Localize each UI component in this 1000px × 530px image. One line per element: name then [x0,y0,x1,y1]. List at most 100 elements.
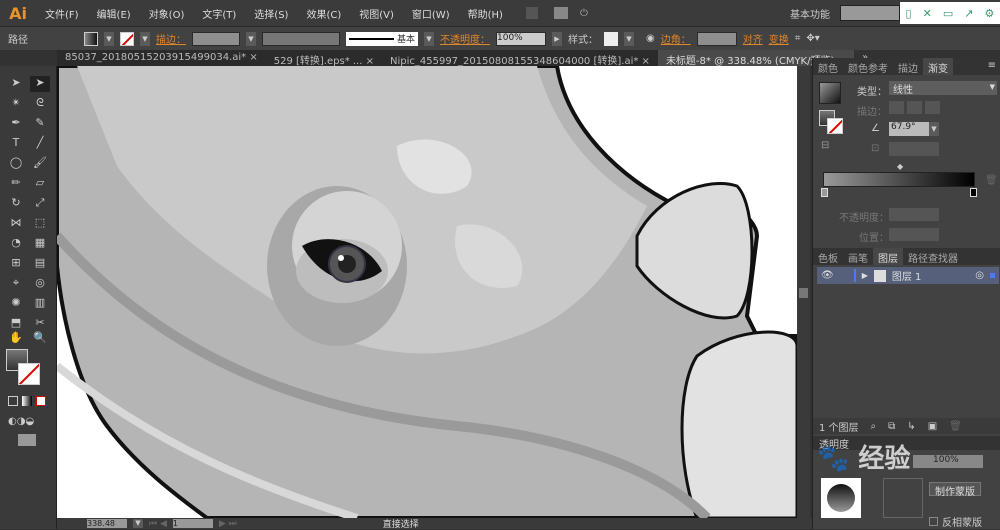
symbol-sprayer-icon[interactable]: ✺ [6,296,26,312]
new-sublayer-icon[interactable]: ↳ [907,421,915,432]
angle-dropdown[interactable]: ▼ [929,122,939,136]
make-clipping-mask-icon[interactable]: ⧉ [888,421,895,432]
isolate-icon[interactable]: ⌗ [795,33,801,44]
color-mode-icon[interactable] [8,396,18,406]
zoom-icon[interactable]: 🔍 [30,331,50,347]
stroke-weight-input[interactable] [192,31,240,46]
gear-icon[interactable]: ⚙ [985,7,995,20]
menu-window[interactable]: 窗口(W) [412,6,450,21]
stroke-swatch-none[interactable] [120,31,134,46]
menu-type[interactable]: 文字(T) [202,6,236,21]
gradient-stop-start[interactable] [821,188,828,197]
stroke-label[interactable]: 描边： [156,31,186,46]
phone-icon[interactable]: ▯ [906,7,912,20]
delete-stop-icon[interactable]: 🗑 [985,175,998,186]
eyedropper-icon[interactable]: ⌖ [6,276,26,292]
transparency-opacity-input[interactable]: 100% [913,455,983,468]
stroke-across-icon[interactable] [925,101,940,114]
first-artboard-icon[interactable]: ⏮ ◀ [149,519,167,529]
tab-brushes[interactable]: 画笔 [843,248,873,265]
stroke-within-icon[interactable] [889,101,904,114]
tab-pathfinder[interactable]: 路径查找器 [903,248,963,265]
ellipse-tool-icon[interactable]: ◯ [6,156,26,172]
curvature-icon[interactable]: ✎ [30,116,50,132]
tab-stroke[interactable]: 描边 [893,58,923,75]
scale-icon[interactable]: ⤢ [30,196,50,212]
artboard-icon[interactable]: ⬒ [6,316,26,332]
angle-input[interactable]: 67.9° [889,122,929,136]
bridge-icon[interactable] [525,7,538,19]
aspect-ratio-input[interactable] [889,142,939,156]
menu-file[interactable]: 文件(F) [45,6,79,21]
opacity-arrow[interactable]: ▶ [552,31,562,46]
pencil-icon[interactable]: ✏ [6,176,26,192]
eraser-icon[interactable]: ▱ [30,176,50,192]
tab-layers[interactable]: 图层 [873,248,903,265]
close-icon[interactable]: × [249,52,257,63]
target-icon[interactable]: ◎ [975,270,984,281]
invert-mask-checkbox[interactable] [929,517,938,526]
brush-dropdown[interactable]: ▼ [424,31,434,46]
slice-icon[interactable]: ✂ [30,316,50,332]
next-artboard-icon[interactable]: ▶ ⏭ [219,519,237,529]
gradient-type-select[interactable]: 线性 ▼ [889,81,997,96]
expand-layer-icon[interactable]: ▶ [862,271,868,280]
stop-location-input[interactable] [889,228,939,241]
artboard-number-input[interactable]: 1 [172,519,213,528]
draw-mode-icons[interactable]: ◐◑◒ [8,416,46,427]
document-tab[interactable]: 85037_20180515203915499034.ai* × [57,50,266,66]
hand-icon[interactable]: ✋ [6,331,26,347]
stop-opacity-input[interactable] [889,208,939,221]
arrange-documents-icon[interactable] [553,7,568,19]
graph-icon[interactable]: ▥ [30,296,50,312]
invert-mask-option[interactable]: 反相蒙版 [929,514,982,529]
style-dropdown[interactable]: ▼ [624,31,634,46]
fill-swatch[interactable] [84,31,98,46]
menu-select[interactable]: 选择(S) [254,6,288,21]
vertical-scrollbar[interactable] [797,66,810,518]
transform-link[interactable]: 变换 [769,31,789,46]
reverse-gradient-icon[interactable]: ⊟ [821,140,829,151]
corner-input[interactable] [696,31,737,46]
delete-layer-icon[interactable]: 🗑 [949,421,962,432]
variable-width-select[interactable] [262,31,340,46]
screen-icon[interactable]: ▭ [943,7,953,20]
menu-effect[interactable]: 效果(C) [306,6,341,21]
menu-help[interactable]: 帮助(H) [468,6,503,21]
paintbrush-icon[interactable]: 🖌 [30,156,50,172]
envelope-icon[interactable]: ✥▾ [806,33,819,44]
gradient-stop-end[interactable] [970,188,977,197]
document-tab[interactable]: Nipic_455997_20150808155348604000 [转换].a… [382,50,658,67]
free-transform-icon[interactable]: ⬚ [30,216,50,232]
line-tool-icon[interactable]: ╱ [30,136,50,152]
tab-gradient[interactable]: 渐变 [923,58,953,75]
perspective-icon[interactable]: ▦ [30,236,50,252]
pen-tool-icon[interactable]: ✒ [6,116,26,132]
fill-dropdown[interactable]: ▼ [104,31,114,46]
none-mode-icon[interactable] [36,396,46,406]
opacity-label[interactable]: 不透明度： [440,31,490,46]
stroke-weight-dropdown[interactable]: ▼ [246,31,256,46]
tab-color-guide[interactable]: 颜色参考 [843,58,893,75]
visibility-eye-icon[interactable]: 👁 [821,270,834,281]
blend-icon[interactable]: ◎ [30,276,50,292]
stroke-dropdown[interactable]: ▼ [140,31,150,46]
panel-menu-icon[interactable]: ≡ [984,58,1000,75]
mask-thumbnail[interactable] [883,478,923,518]
gradient-mode-icon[interactable] [22,396,32,406]
screen-mode-icon[interactable] [18,434,36,446]
locate-object-icon[interactable]: ⌕ [871,421,877,432]
shape-builder-icon[interactable]: ◔ [6,236,26,252]
recolor-icon[interactable]: ◉ [646,33,655,44]
lasso-icon[interactable]: ᘓ [30,96,50,112]
stroke-color-box[interactable] [18,363,40,385]
share-icon[interactable]: ↗ [964,7,973,20]
align-link[interactable]: 对齐 [743,31,763,46]
make-mask-button[interactable]: 制作蒙版 [929,482,981,498]
corner-label[interactable]: 边角： [661,31,691,46]
selection-tool-icon[interactable]: ➤ [6,76,26,92]
magic-wand-icon[interactable]: ✴ [6,96,26,112]
tab-color[interactable]: 颜色 [813,58,843,75]
type-tool-icon[interactable]: T [6,136,26,152]
midpoint-diamond[interactable]: ◆ [897,162,903,171]
